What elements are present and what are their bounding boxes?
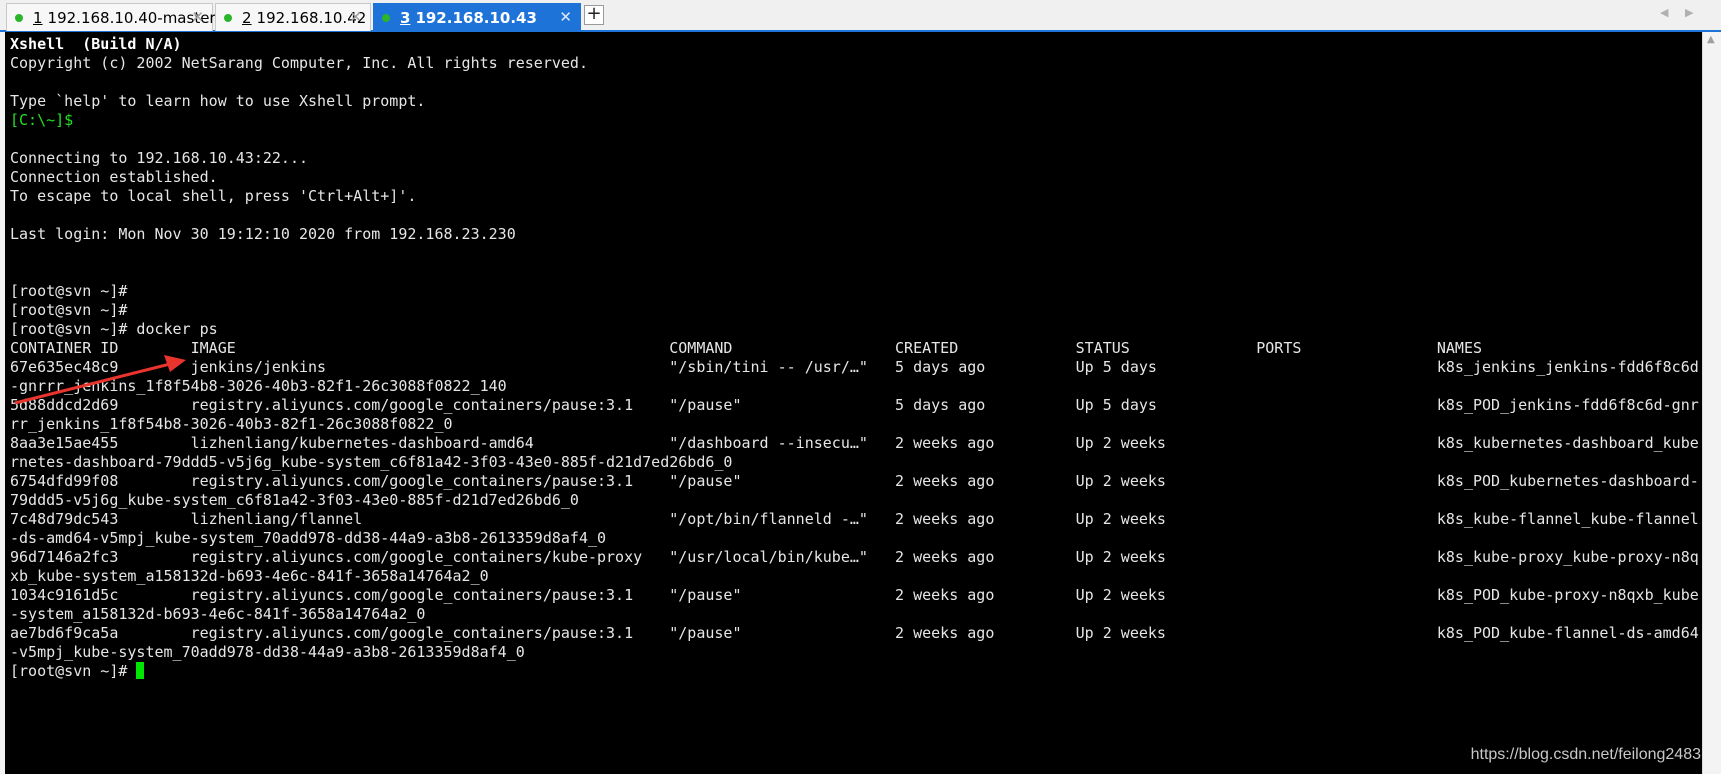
terminal-line: rr_jenkins_1f8f54b8-3026-40b3-82f1-26c30… [10,415,453,433]
terminal-line: xb_kube-system_a158132d-b693-4e6c-841f-3… [10,567,489,585]
terminal-line: [root@svn ~]# [10,301,128,319]
tab-session-1[interactable]: 1 192.168.10.40-master ✕ [6,3,216,31]
close-icon[interactable]: ✕ [191,8,204,26]
close-icon[interactable]: ✕ [349,8,362,26]
terminal-line: 67e635ec48c9 jenkins/jenkins "/sbin/tini… [10,358,1699,376]
scroll-up-icon[interactable]: ▲ [1707,34,1715,45]
terminal-line: -system_a158132d-b693-4e6c-841f-3658a147… [10,605,426,623]
terminal-line: -v5mpj_kube-system_70add978-dd38-44a9-a3… [10,643,525,661]
tab-title: 192.168.10.40-master [47,8,216,27]
terminal-line: [C:\~]$ [10,111,74,129]
terminal-cursor [136,662,145,679]
terminal-line: ae7bd6f9ca5a registry.aliyuncs.com/googl… [10,624,1699,642]
terminal-output: Xshell (Build N/A) Copyright (c) 2002 Net… [10,35,1699,681]
tab-title: 192.168.10.43 [415,8,537,27]
terminal-line: 8aa3e15ae455 lizhenliang/kubernetes-dash… [10,434,1699,452]
terminal-line: Copyright (c) 2002 NetSarang Computer, I… [10,54,588,72]
terminal-line: -gnrrr_jenkins_1f8f54b8-3026-40b3-82f1-2… [10,377,507,395]
terminal-line: rnetes-dashboard-79ddd5-v5j6g_kube-syste… [10,453,733,471]
add-tab-button[interactable]: + [584,5,604,25]
terminal-line: Last login: Mon Nov 30 19:12:10 2020 fro… [10,225,516,243]
tab-session-3[interactable]: 3 192.168.10.43 ✕ [373,3,581,31]
terminal-line: To escape to local shell, press 'Ctrl+Al… [10,187,417,205]
terminal-line: Connecting to 192.168.10.43:22... [10,149,309,167]
close-icon[interactable]: ✕ [559,8,572,26]
terminal-pane[interactable]: Xshell (Build N/A) Copyright (c) 2002 Net… [5,32,1702,774]
tab-bar: 1 192.168.10.40-master ✕ 2 192.168.10.42… [0,0,1721,32]
terminal-line: 1034c9161d5c registry.aliyuncs.com/googl… [10,586,1699,604]
scroll-tabs-left-icon[interactable]: ◀ [1660,6,1668,19]
watermark: https://blog.csdn.net/feilong2483 [1470,746,1701,763]
tab-session-2[interactable]: 2 192.168.10.42 ✕ [215,3,371,31]
terminal-line: 6754dfd99f08 registry.aliyuncs.com/googl… [10,472,1699,490]
shell-prompt: [root@svn ~]# [10,662,137,680]
tab-number: 2 [242,8,252,27]
terminal-line: 7c48d79dc543 lizhenliang/flannel "/opt/b… [10,510,1699,528]
terminal-line: Connection established. [10,168,218,186]
tab-number: 3 [400,8,411,27]
connected-status-icon [15,13,23,22]
terminal-line: 96d7146a2fc3 registry.aliyuncs.com/googl… [10,548,1699,566]
tab-number: 1 [33,8,43,27]
terminal-line: CONTAINER ID IMAGE COMMAND CREATED STATU… [10,339,1483,357]
connected-status-icon [224,13,232,22]
terminal-line: [root@svn ~]# [10,282,128,300]
terminal-line: [root@svn ~]# docker ps [10,320,218,338]
terminal-line: Xshell (Build N/A) [10,35,182,53]
terminal-prompt-line: [root@svn ~]# [10,662,1699,681]
terminal-line: Type `help' to learn how to use Xshell p… [10,92,426,110]
connected-status-icon [382,13,390,22]
terminal-line: 79ddd5-v5j6g_kube-system_c6f81a42-3f03-4… [10,491,579,509]
terminal-line: -ds-amd64-v5mpj_kube-system_70add978-dd3… [10,529,607,547]
terminal-scrollbar[interactable]: ▲ [1702,32,1721,774]
scroll-tabs-right-icon[interactable]: ▶ [1685,6,1693,19]
terminal-line: 5d88ddcd2d69 registry.aliyuncs.com/googl… [10,396,1699,414]
